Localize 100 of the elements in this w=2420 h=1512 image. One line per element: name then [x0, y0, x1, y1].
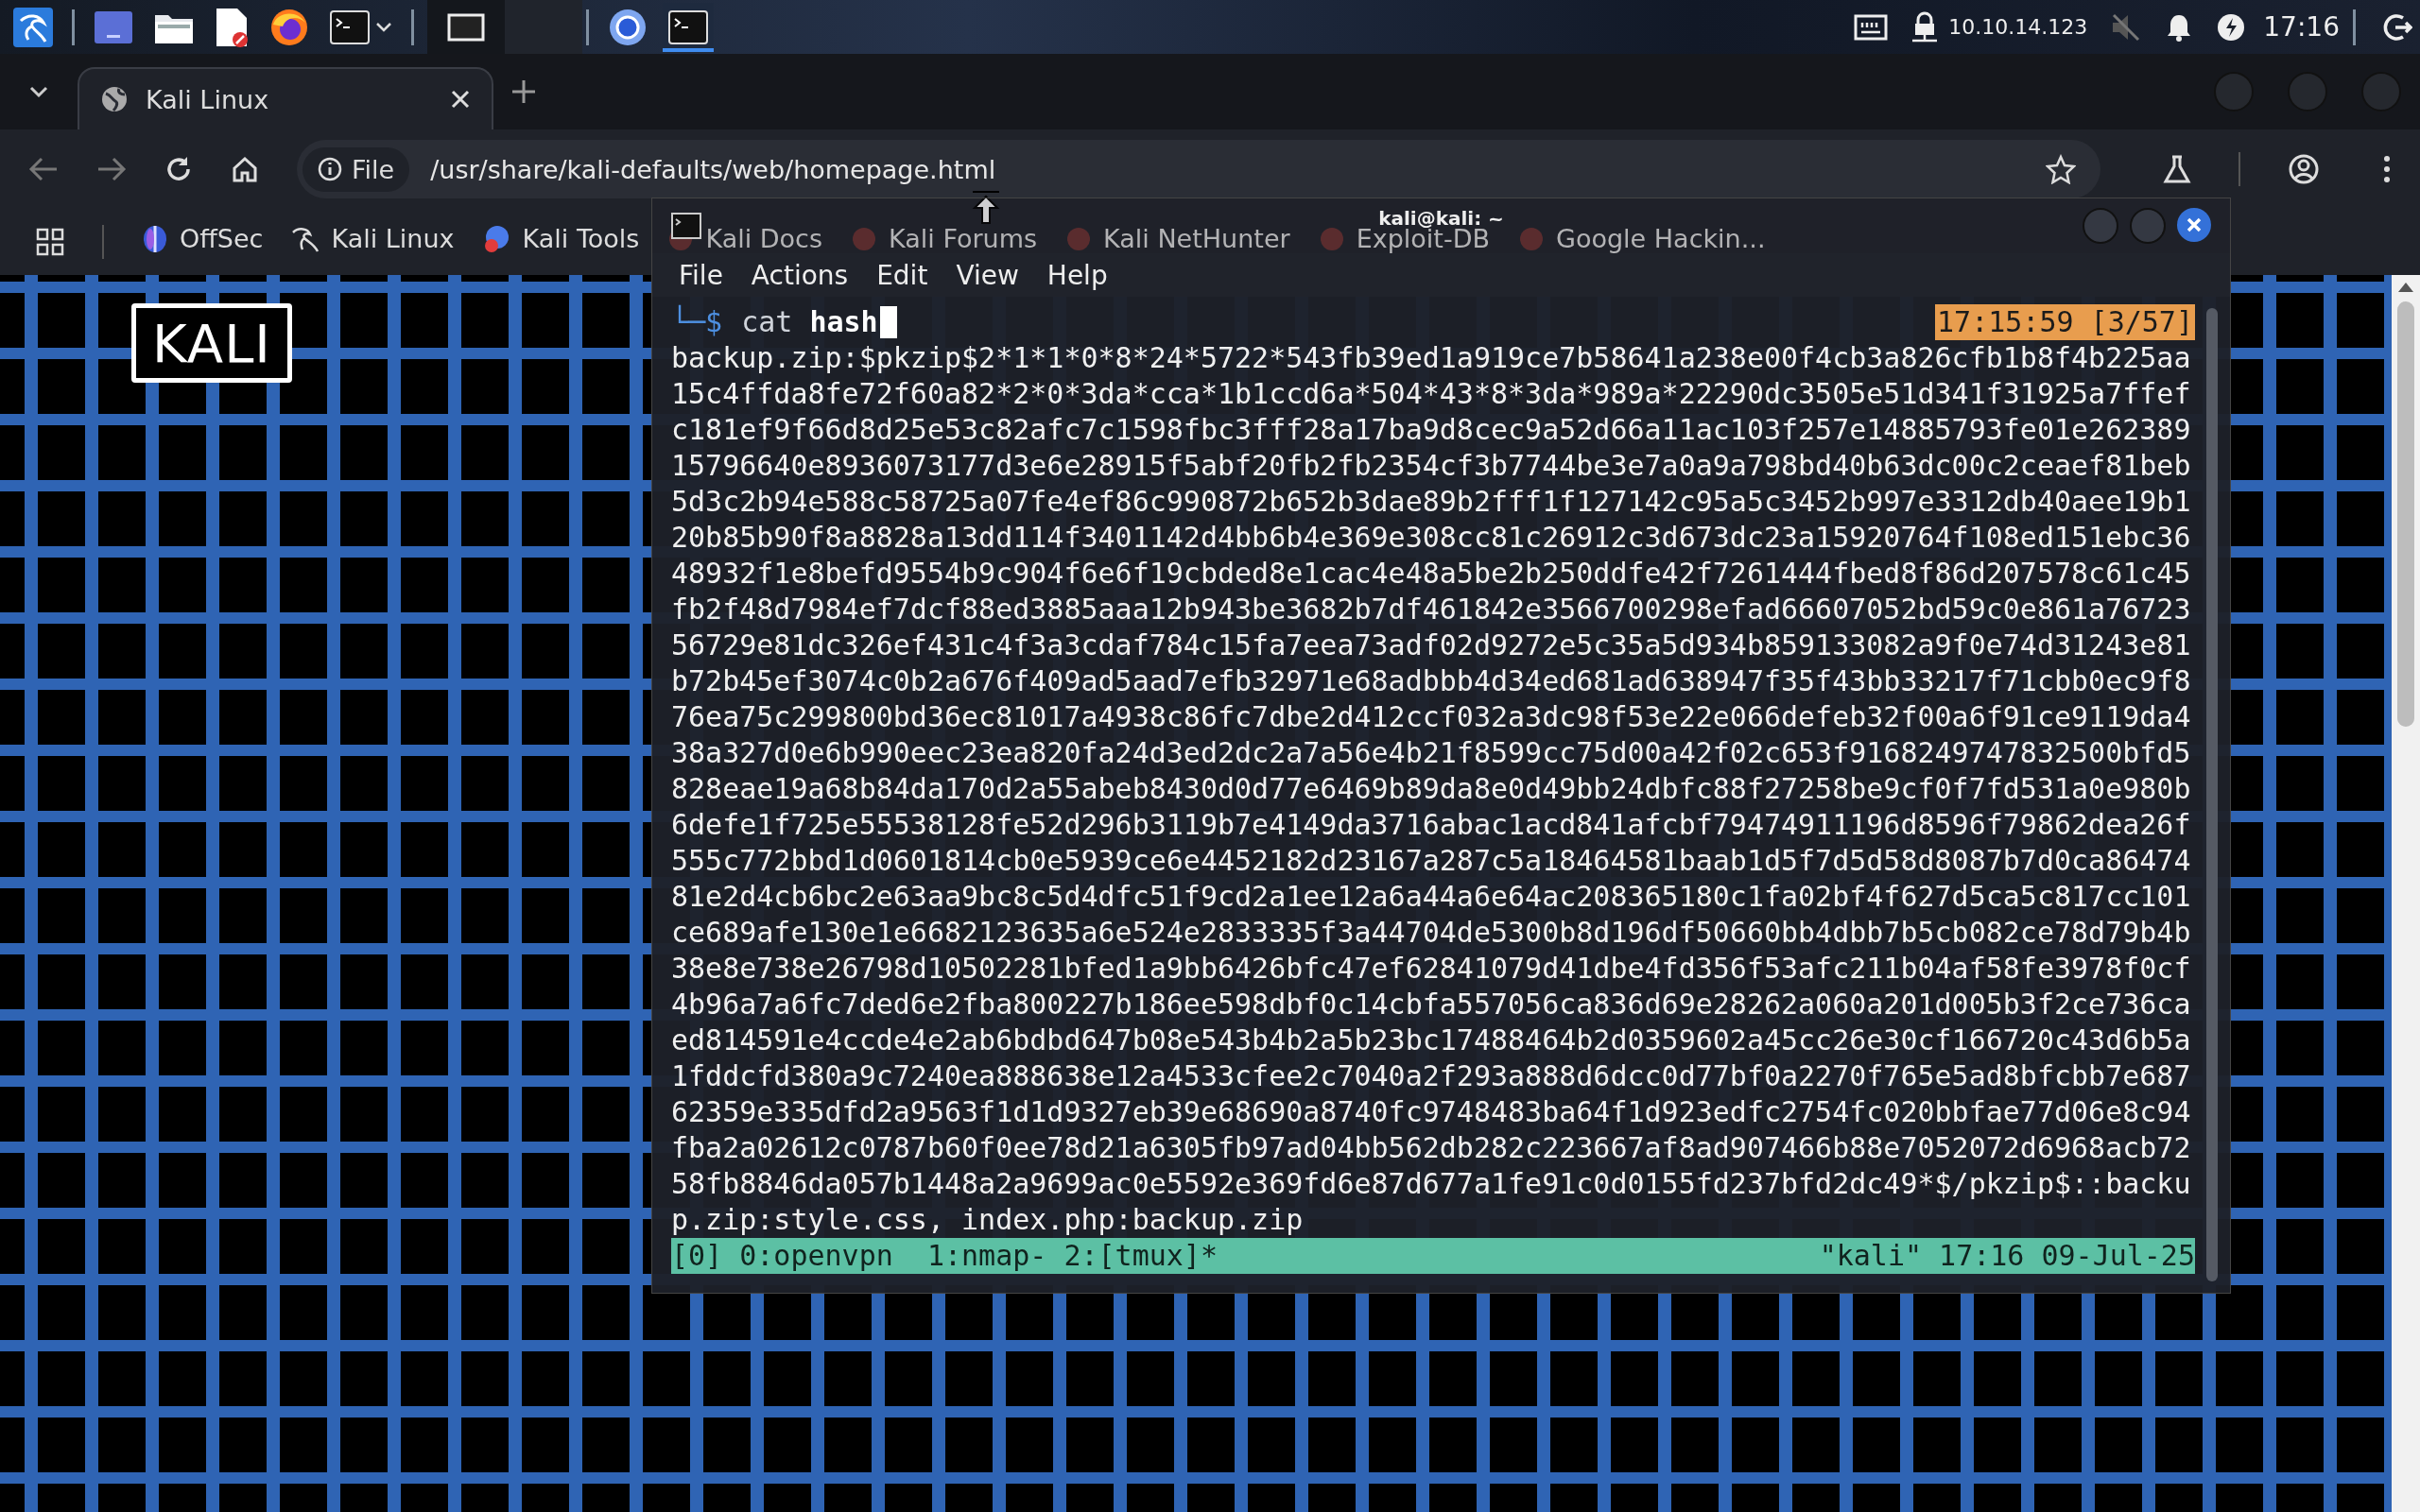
home-icon[interactable]: [231, 155, 259, 183]
output-line: 555c772bbd1d0601814cb0e5939ce6e4452182d23167a287c5a18464581baab1d5f7d5d58d8087b7d0ca86474: [671, 843, 2192, 879]
bookmark-label: Kali Docs: [705, 227, 823, 251]
output-line: 15c4ffda8fe72f60a82*2*0*3da*cca*1b1ccd6a*504*43*8*3da*989a*22290dc3505e51d341f31925a7ffef: [671, 376, 2192, 412]
close-icon: [2186, 216, 2203, 233]
output-line: 6defe1f725e55538128fe52d296b3119b7e4149da3716abac1acd841afcbf79474911196d8596f79862dea26f: [671, 807, 2192, 843]
prompt-symbol: └─$: [671, 304, 723, 340]
address-bar[interactable]: File /usr/share/kali-defaults/web/homepage.html: [297, 140, 2100, 198]
close-icon[interactable]: [450, 89, 471, 110]
browser-icon: [608, 7, 648, 47]
offsec-icon: [142, 225, 168, 253]
bookmark-label: Kali Forums: [889, 227, 1038, 251]
terminal-icon: [668, 9, 708, 44]
back-icon[interactable]: [28, 156, 59, 182]
browser-tab[interactable]: Kali Linux: [78, 67, 493, 129]
caret-icon: [375, 21, 392, 33]
output-line: 38a327d0e6b990eec23ea820fa24d3ed2dc2a7a56e4b21f8599cc75d00a42f02c653f9168249747832500bfd5: [671, 735, 2192, 771]
output-line: c181ef9f66d8d25e53c82afc7c1598fbc3fff28a17ba9d8cec9a52d66a11ac103f257e14885793fe01e262389: [671, 412, 2192, 448]
new-tab-icon[interactable]: [510, 78, 537, 105]
output-line: 58fb8846da057b1448a2a9699ac0e5592e369fd6e87d677a1fe91c0d0155fd237bfd2dc49*$/pkzip$::backu: [671, 1166, 2192, 1202]
forward-icon[interactable]: [96, 156, 127, 182]
chip-label: File: [352, 154, 395, 184]
bookmark-icon: [1518, 226, 1545, 252]
command-text: cat hash: [741, 304, 878, 340]
menu-icon[interactable]: [2382, 154, 2392, 184]
bookmark[interactable]: OffSec: [142, 225, 264, 253]
bookmark-label: Kali Tools: [522, 227, 640, 251]
network-icon: [1854, 12, 1889, 42]
output-line: 1fddcfd380a9c7240ea888638e12a4533cfee2c7040a2f293a888d6dcc0d77bf0a2270f765e5ad8bfcbb7e687: [671, 1058, 2192, 1094]
caret-icon[interactable]: [28, 85, 49, 98]
firefox-icon: [269, 7, 309, 47]
tools-icon: [482, 225, 511, 253]
power-icon[interactable]: [2216, 11, 2247, 43]
document-icon: [215, 7, 249, 47]
scrollbar-thumb[interactable]: [2397, 301, 2414, 727]
bookmark[interactable]: Kali Forums: [851, 226, 1038, 252]
output-line: ed814591e4ccde4e2ab6bdbd647b08e543b4b2a5b23bc17488464b2d0359602a45cc26e30cf166720c43d6b5a: [671, 1022, 2192, 1058]
terminal-icon: [330, 9, 370, 44]
flask-icon[interactable]: [2163, 154, 2191, 184]
output-line: b72b45ef3074c0b2a676f409ad5aad7efb32971e68adbbb4d34ed681ad638947f35f43bb33217f71cbb0ec9f8: [671, 663, 2192, 699]
session-info: "kali" 17:16 09-Jul-25: [1819, 1238, 2195, 1274]
apps-icon[interactable]: [36, 228, 64, 256]
output-line: p.zip:style.css, index.php:backup.zip: [671, 1202, 1305, 1238]
output-line: 56729e81dc326ef431c4f3a3cdaf784c15fa7eea73adf02d9272e5c35a5d934b859133082a9f0e74d31243e81: [671, 627, 2192, 663]
scrollbar[interactable]: [2392, 275, 2420, 1512]
output-line: backup.zip:$pkzip$2*1*1*0*8*24*5722*543fb39ed1a919ce7b58641a238e00f4cb3a826cfb1b8f4b225aa: [671, 340, 2192, 376]
profile-icon[interactable]: [2288, 153, 2320, 185]
terminal-icon: [671, 213, 701, 239]
scrollbar[interactable]: [2206, 308, 2218, 1281]
site-info-chip[interactable]: File: [302, 146, 410, 192]
output-line: 15796640e8936073177d3e6e28915f5abf20fb2fb2354cf3b7744be3e7a0a9a798bd40b63dc00c2ceaef81beb: [671, 448, 2192, 484]
bookmark-label: Google Hackin...: [1556, 227, 1766, 251]
workspace-button[interactable]: [427, 0, 505, 54]
output-line: 20b85b90f8a8828a13dd114f3401142d4bb6b4e369e308cc81c26912c3d673dc23a15920764f108ed151ebc36: [671, 520, 2192, 556]
bookmark-label: Kali Linux: [331, 227, 455, 251]
output-line: ce689afe130e1e6682123635a6e524e2833335f3a44704de5300b8d196df50660bb4dbb7b5cb082ce78d79b4b: [671, 915, 2192, 951]
logout-icon[interactable]: [2382, 11, 2412, 43]
output-line: 81e2d4cb6bc2e63aa9bc8c5d4dfc51f9cd2a1ee12a6a44a6e64ac208365180c1fa02bf4f627d5ca5c817cc101: [671, 879, 2192, 915]
dragon-icon: [13, 7, 53, 47]
output-line: 76ea75c299800bd36ec81017a4938c86fc7dbe2d412ccf032a3dc98f53e22e066defeb32f00a6f91ce9119da4: [671, 699, 2192, 735]
bookmark[interactable]: Kali Linux: [291, 225, 455, 253]
output-line: 4b96a7a6fc7ded6e2fba800227b186ee598dbf0c14cbfa557056ca836d69e28262a060a201d005b3f2ce736ca: [671, 987, 2192, 1022]
bookmark[interactable]: Google Hackin...: [1518, 226, 1766, 252]
pane-info: 17:15:59 [3/57]: [1935, 304, 2195, 340]
info-icon: [318, 157, 342, 181]
bookmark[interactable]: Kali Tools: [482, 225, 640, 253]
bookmark-icon: [1318, 226, 1345, 252]
bookmark-label: OffSec: [180, 227, 264, 251]
output-line: 62359e335dfd2a9563f1d1d9327eb39e68690a8740fc9748483ba64f1d923edfc2754fc020bbfae77d06e8c94: [671, 1094, 2192, 1130]
cursor-icon: [970, 189, 1002, 227]
menu-item[interactable]: File: [679, 259, 723, 291]
menu-item[interactable]: Help: [1046, 259, 1108, 291]
tab-title: Kali Linux: [146, 84, 270, 114]
output-line: fb2f48d7984ef7dcf88ed3885aaa12b943be3682b7df461842e3566700298efad66607052bd59c0e861a76723: [671, 592, 2192, 627]
dragon-icon: [291, 225, 320, 253]
vpn-lock-icon: [1910, 10, 1940, 43]
globe-icon: [100, 85, 129, 113]
scroll-up-icon[interactable]: [2396, 281, 2415, 294]
ip-address: 10.10.14.123: [1948, 15, 2088, 39]
bookmark-icon: [1065, 226, 1093, 252]
window-title: kali@kali: ~: [1378, 208, 1504, 229]
menu-item[interactable]: Actions: [751, 259, 849, 291]
clock: 17:16: [2263, 11, 2340, 43]
reload-icon[interactable]: [164, 155, 193, 183]
star-icon[interactable]: [2046, 154, 2076, 184]
url-text: /usr/share/kali-defaults/web/homepage.html: [430, 154, 996, 184]
kali-logo: KALI: [131, 303, 292, 383]
output-line: 38e8e738e26798d10502281bfed1a9bb6426bfc47ef62841079d41dbe4fd356f53afc211b04af58fe3978f0cf: [671, 951, 2192, 987]
output-line: 5d3c2b94e588c58725a07fe4ef86c990872b652b3dae89b2fff1f127142c95a5c3452b997e3312db40aee19b1: [671, 484, 2192, 520]
text-cursor: [879, 306, 897, 338]
menu-item[interactable]: View: [956, 259, 1019, 291]
desktop-icon: [94, 9, 133, 44]
window-list: [0] 0:openvpn 1:nmap- 2:[tmux]*: [671, 1238, 1218, 1274]
menu-item[interactable]: Edit: [876, 259, 928, 291]
bookmark-icon: [851, 226, 878, 252]
bookmark-label: Kali NetHunter: [1103, 227, 1290, 251]
bookmark[interactable]: Kali NetHunter: [1065, 226, 1290, 252]
output-line: fba2a02612c0787b60f0ee78d21a6305fb97ad04bb562db282c223667af8ad907466b88e7052072d6968acb72: [671, 1130, 2192, 1166]
output-line: 828eae19a68b84da170d2a55abeb8430d0d77e6469b89da8e0d49bb24dbfc88f27258be9cf0f7fd531a0e980b: [671, 771, 2192, 807]
output-line: 48932f1e8befd9554b9c904f6e6f19cbded8e1cac4e48a5be2b250ddfe42f7261444fbed8f86d207578c61c45: [671, 556, 2192, 592]
